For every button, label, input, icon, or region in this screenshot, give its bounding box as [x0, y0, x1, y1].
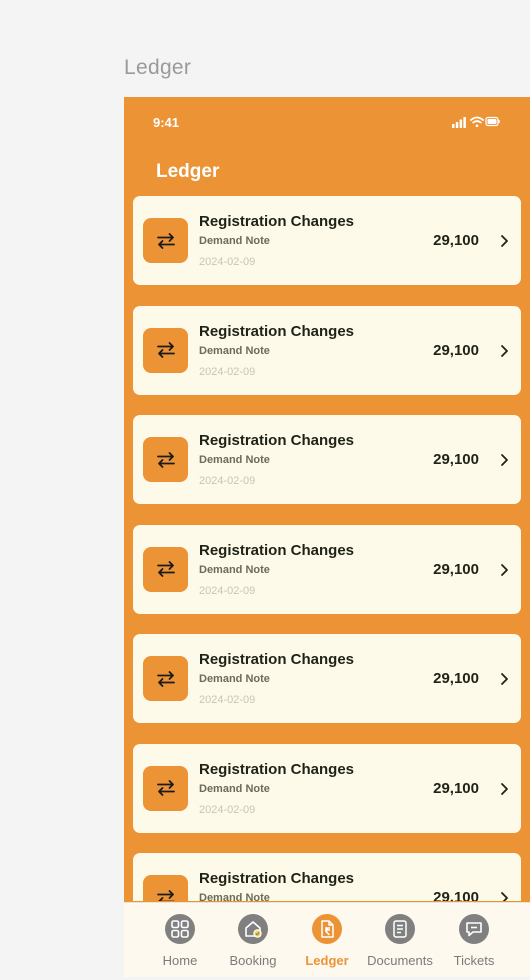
card-amount: 29,100: [433, 889, 479, 901]
card-subtitle: Demand Note: [199, 235, 270, 247]
wifi-icon: [470, 116, 484, 128]
card-title: Registration Changes: [199, 760, 355, 778]
card-subtitle: Demand Note: [199, 782, 270, 795]
ledger-card[interactable]: Registration Changes Demand Note 2024-02-0…: [133, 196, 521, 285]
status-time: 9:41: [153, 115, 180, 130]
chevron-right-icon[interactable]: [499, 782, 509, 801]
card-date: 2024-02-09: [199, 694, 256, 706]
card-subtitle: Demand Note: [199, 344, 270, 357]
chevron-right-icon[interactable]: [499, 234, 509, 253]
card-subtitle: Demand Note: [199, 563, 270, 576]
tab-label-tickets: Tickets: [453, 953, 495, 968]
screen-title: Ledger: [156, 161, 220, 182]
status-bar: 9:41: [124, 97, 530, 147]
tab-bar: Home Booking Ledger Documents Tickets: [124, 902, 530, 977]
tab-home[interactable]: Home: [140, 903, 220, 977]
ledger-list[interactable]: Registration Changes Demand Note 2024-02-0…: [133, 196, 521, 901]
chat-bubble-icon: [459, 914, 489, 944]
card-date: 2024-02-09: [199, 256, 256, 268]
transfer-arrows-icon: [143, 546, 188, 592]
chevron-right-icon[interactable]: [499, 563, 509, 582]
transfer-arrows-icon: [143, 875, 188, 901]
tab-label-home: Home: [162, 953, 198, 968]
chevron-right-icon[interactable]: [499, 344, 509, 363]
card-title: Registration Changes: [199, 651, 355, 668]
tab-label-ledger: Ledger: [305, 953, 349, 968]
card-amount: 29,100: [433, 560, 479, 578]
card-date: 2024-02-09: [199, 803, 256, 816]
transfer-arrows-icon: [143, 327, 188, 373]
transfer-arrows-icon: [143, 437, 188, 482]
card-title: Registration Changes: [199, 541, 355, 559]
transfer-arrows-icon: [143, 218, 188, 263]
ledger-card[interactable]: Registration Changes Demand Note 2024-02-0…: [133, 743, 521, 833]
ledger-card[interactable]: Registration Changes Demand Note 2024-02-0…: [133, 524, 521, 614]
ledger-card[interactable]: Registration Changes Demand Note 2024-02-0…: [133, 305, 521, 395]
ledger-card[interactable]: Registration Changes Demand Note 2024-02-0…: [133, 415, 521, 504]
tab-booking[interactable]: Booking: [213, 903, 293, 977]
card-amount: 29,100: [433, 779, 479, 797]
card-subtitle: Demand Note: [199, 892, 270, 901]
card-amount: 29,100: [433, 451, 479, 468]
ledger-card[interactable]: Registration ChangesDemand Note2024-02-0…: [133, 853, 521, 901]
transfer-arrows-icon: [143, 765, 188, 811]
tab-ledger[interactable]: Ledger: [287, 903, 367, 977]
card-title: Registration Changes: [199, 432, 355, 449]
card-subtitle: Demand Note: [199, 454, 270, 466]
card-amount: 29,100: [433, 232, 479, 249]
chevron-right-icon[interactable]: [499, 672, 509, 691]
card-amount: 29,100: [433, 341, 479, 359]
transfer-arrows-icon: [143, 656, 188, 701]
tab-label-booking: Booking: [229, 953, 277, 968]
card-date: 2024-02-09: [199, 584, 256, 597]
grid-icon: [165, 914, 195, 944]
rupee-document-icon: [312, 914, 342, 944]
tab-tickets[interactable]: Tickets: [434, 903, 514, 977]
phone-screen: 9:41 Ledger Registration Changes Demand …: [124, 97, 530, 977]
tab-label-documents: Documents: [367, 953, 433, 968]
battery-icon: [485, 116, 500, 127]
frame-label: Ledger: [124, 56, 192, 79]
document-icon: [385, 914, 415, 944]
chevron-right-icon[interactable]: [499, 453, 509, 472]
card-subtitle: Demand Note: [199, 673, 270, 685]
signal-icon: [452, 117, 466, 128]
ledger-card[interactable]: Registration Changes Demand Note 2024-02-0…: [133, 634, 521, 723]
card-title: Registration Changes: [199, 322, 355, 340]
card-title: Registration Changes: [199, 870, 355, 887]
tab-documents[interactable]: Documents: [360, 903, 440, 977]
card-amount: 29,100: [433, 670, 479, 687]
status-icons: [452, 115, 500, 129]
card-title: Registration Changes: [199, 213, 355, 230]
card-date: 2024-02-09: [199, 365, 256, 378]
chevron-right-icon[interactable]: [499, 891, 509, 901]
card-date: 2024-02-09: [199, 475, 256, 487]
house-check-icon: [238, 914, 268, 944]
